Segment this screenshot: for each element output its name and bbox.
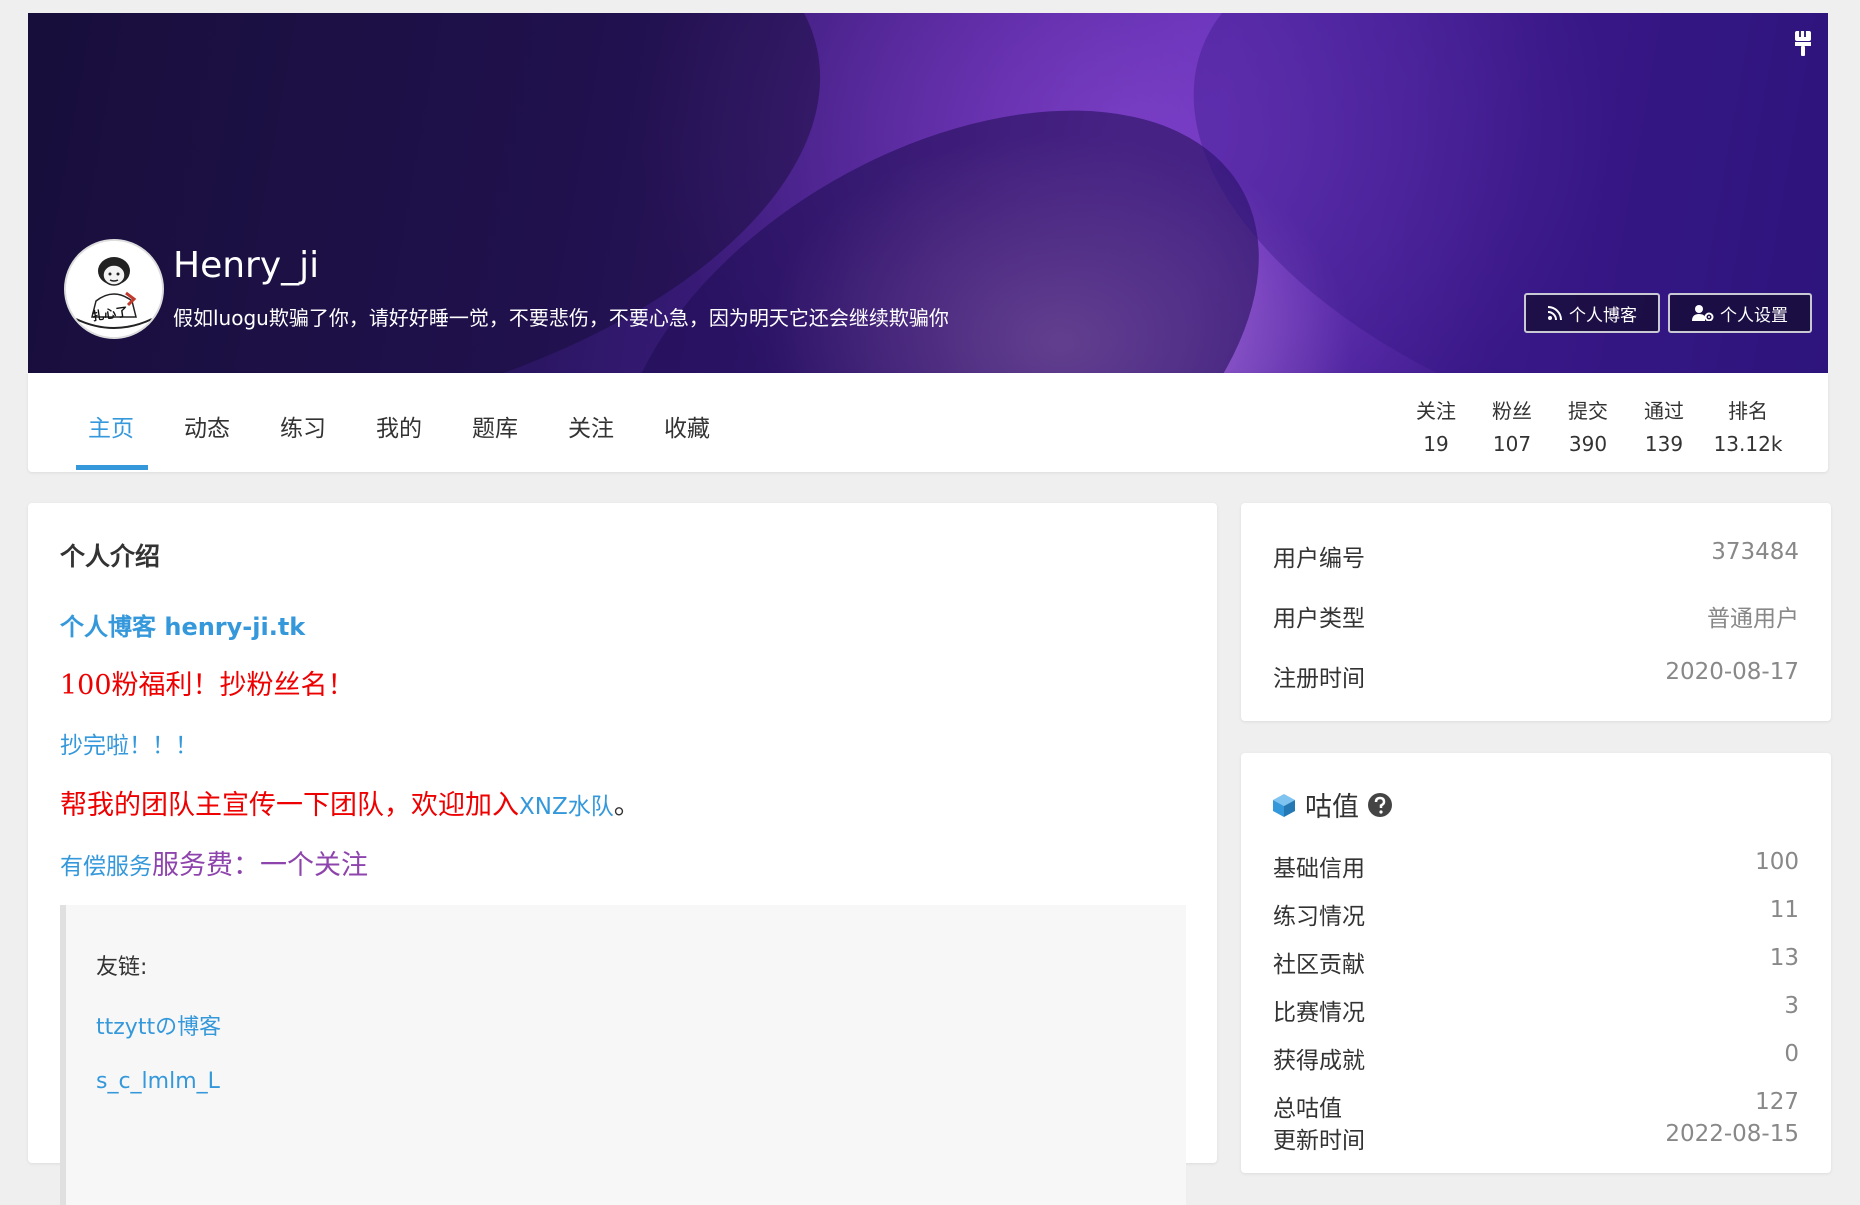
- info-value: 普通用户: [1707, 606, 1799, 632]
- stat-value: 139: [1644, 432, 1684, 456]
- intro-text: 服务费：一个关注: [152, 850, 368, 881]
- intro-card: 个人介绍 个人博客 henry-ji.tk 100粉福利！抄粉丝名！ 抄完啦！！…: [28, 503, 1217, 1205]
- stat-label: 关注: [1416, 399, 1456, 423]
- rss-icon: [1547, 306, 1562, 321]
- stat-label: 排名: [1728, 399, 1768, 423]
- score-label: 比赛情况: [1273, 1000, 1365, 1026]
- friend-link[interactable]: ttzyttの博客: [96, 1009, 221, 1041]
- blog-link[interactable]: 个人博客 henry-ji.tk: [60, 607, 305, 642]
- avatar[interactable]: 扎心了: [64, 239, 164, 339]
- score-label: 基础信用: [1273, 856, 1365, 882]
- stat-label: 通过: [1644, 399, 1684, 423]
- gu-score-card: 咕值 基础信用 100 练习情况 11 社区贡献 13 比赛情况 3 获得成就 …: [1241, 753, 1831, 1173]
- friend-link[interactable]: s_c_lmlm_L: [96, 1069, 220, 1094]
- personal-settings-label: 个人设置: [1720, 305, 1788, 326]
- stat-ranking: 排名 13.12k: [1708, 395, 1788, 456]
- tab-problem-set[interactable]: 题库: [472, 409, 518, 443]
- score-label: 练习情况: [1273, 904, 1365, 930]
- score-value: 127: [1755, 1089, 1799, 1115]
- paid-service-link[interactable]: 有偿服务: [60, 854, 152, 880]
- help-icon[interactable]: [1367, 792, 1393, 818]
- gu-score-title-text: 咕值: [1305, 792, 1359, 823]
- score-value: 100: [1755, 849, 1799, 875]
- tab-home[interactable]: 主页: [88, 409, 134, 443]
- profile-banner: 扎心了 Henry_ji 假如luogu欺骗了你，请好好睡一觉，不要悲伤，不要心…: [28, 13, 1828, 373]
- user-cog-icon: [1692, 305, 1714, 321]
- gu-score-title: 咕值: [1271, 785, 1393, 824]
- score-value: 11: [1769, 897, 1799, 923]
- paint-brush-icon[interactable]: [1794, 30, 1812, 58]
- intro-line: 100粉福利！抄粉丝名！: [60, 670, 355, 701]
- score-label: 总咕值: [1273, 1096, 1342, 1122]
- intro-text: 帮我的团队主宣传一下团队，欢迎加入: [60, 790, 519, 821]
- stat-value: 13.12k: [1713, 432, 1783, 456]
- personal-blog-button[interactable]: 个人博客: [1524, 293, 1660, 333]
- score-row: 总咕值 127: [1273, 1089, 1799, 1123]
- info-value: 373484: [1711, 539, 1799, 565]
- score-value: 13: [1769, 945, 1799, 971]
- score-value: 2022-08-15: [1665, 1121, 1799, 1147]
- stat-value: 390: [1568, 432, 1608, 456]
- info-row-user-id: 用户编号 373484: [1273, 539, 1799, 573]
- stat-label: 提交: [1568, 399, 1608, 423]
- info-row-user-type: 用户类型 普通用户: [1273, 599, 1799, 633]
- stat-followers[interactable]: 粉丝 107: [1484, 395, 1540, 456]
- intro-title: 个人介绍: [60, 542, 161, 571]
- stat-value: 107: [1492, 432, 1532, 456]
- stat-value: 19: [1423, 432, 1449, 456]
- tab-following[interactable]: 关注: [568, 409, 614, 443]
- info-value: 2020-08-17: [1665, 659, 1799, 685]
- tab-favorites[interactable]: 收藏: [664, 409, 710, 443]
- cube-icon: [1273, 793, 1295, 817]
- score-row: 比赛情况 3: [1273, 993, 1799, 1027]
- stat-accepted: 通过 139: [1636, 395, 1692, 456]
- team-link[interactable]: XNZ水队: [519, 794, 614, 820]
- info-row-register-date: 注册时间 2020-08-17: [1273, 659, 1799, 693]
- score-row: 练习情况 11: [1273, 897, 1799, 931]
- score-row: 基础信用 100: [1273, 849, 1799, 883]
- active-tab-indicator: [76, 465, 148, 470]
- score-row: 社区贡献 13: [1273, 945, 1799, 979]
- score-label: 更新时间: [1273, 1128, 1365, 1154]
- info-label: 用户类型: [1273, 606, 1365, 632]
- user-slogan: 假如luogu欺骗了你，请好好睡一觉，不要悲伤，不要心急，因为明天它还会继续欺骗…: [173, 306, 949, 330]
- intro-line: 抄完啦！！！: [60, 733, 198, 759]
- score-value: 3: [1784, 993, 1799, 1019]
- tab-mine[interactable]: 我的: [376, 409, 422, 443]
- intro-text: 。: [613, 790, 641, 821]
- tab-activity[interactable]: 动态: [184, 409, 230, 443]
- intro-line: 帮我的团队主宣传一下团队，欢迎加入XNZ水队。: [60, 783, 641, 822]
- stat-submissions: 提交 390: [1560, 395, 1616, 456]
- score-label: 获得成就: [1273, 1048, 1365, 1074]
- score-value: 0: [1784, 1041, 1799, 1067]
- score-label: 社区贡献: [1273, 952, 1365, 978]
- personal-blog-label: 个人博客: [1569, 305, 1637, 326]
- score-row: 获得成就 0: [1273, 1041, 1799, 1075]
- stat-label: 粉丝: [1492, 399, 1532, 423]
- avatar-drawing: [66, 241, 162, 337]
- stat-following[interactable]: 关注 19: [1408, 395, 1464, 456]
- tab-practice[interactable]: 练习: [280, 409, 326, 443]
- username: Henry_ji: [173, 245, 320, 286]
- profile-navbar: 主页 动态 练习 我的 题库 关注 收藏 关注 19 粉丝 107 提交 390…: [28, 373, 1828, 472]
- personal-settings-button[interactable]: 个人设置: [1668, 293, 1812, 333]
- friend-links-title: 友链:: [96, 955, 148, 980]
- intro-line: 有偿服务服务费：一个关注: [60, 843, 368, 882]
- friend-links-quote: 友链: ttzyttの博客 s_c_lmlm_L: [60, 905, 1186, 1205]
- info-label: 注册时间: [1273, 666, 1365, 692]
- info-label: 用户编号: [1273, 546, 1365, 572]
- user-info-card: 用户编号 373484 用户类型 普通用户 注册时间 2020-08-17: [1241, 503, 1831, 721]
- score-row: 更新时间 2022-08-15: [1273, 1121, 1799, 1155]
